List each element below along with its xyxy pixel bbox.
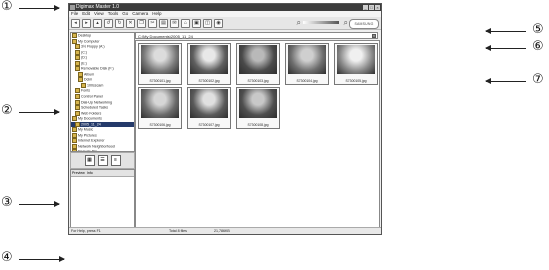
thumbnail-label: S7300101.jpg <box>149 79 171 83</box>
callout-6: ⑥ <box>532 39 544 54</box>
close-button[interactable]: × <box>375 5 380 10</box>
minimize-button[interactable]: _ <box>363 5 368 10</box>
thumbnail-label: S7300104.jpg <box>296 79 318 83</box>
copy-icon[interactable]: ❐ <box>137 18 146 28</box>
slideshow-icon[interactable]: ▣ <box>192 18 201 28</box>
tag-icon[interactable]: ⌂ <box>181 18 190 28</box>
rotate-right-icon[interactable]: ↻ <box>115 18 124 28</box>
thumbnail-view-icon[interactable]: ▦ <box>84 155 95 166</box>
thumbnail-label: S7300106.jpg <box>149 123 171 127</box>
window-title: Digimax Master 1.0 <box>76 4 120 10</box>
status-total: Total 8 files <box>169 229 187 233</box>
photo-thumbnail[interactable]: S7300101.jpg <box>138 43 182 85</box>
thumbnail-label: S7300107.jpg <box>198 123 220 127</box>
thumbnail-label: S7300108.jpg <box>247 123 269 127</box>
toolbar: ◂ ▸ ▴ ↺ ↻ ✕ ❐ ✂ ▤ ✉ ⌂ ▣ ◫ ◉ ⌕ ⌕ SAMSUNG <box>69 17 381 30</box>
brand-logo: SAMSUNG <box>349 19 379 29</box>
chevron-down-icon[interactable]: ▾ <box>372 34 376 38</box>
view-icon[interactable]: ◫ <box>203 18 212 28</box>
thumbnail-image <box>141 45 179 74</box>
app-icon <box>70 5 75 10</box>
status-help: For Help, press F1 <box>71 229 101 233</box>
zoom-in-icon[interactable]: ⌕ <box>344 18 348 27</box>
photo-thumbnail[interactable]: S7300106.jpg <box>138 87 182 129</box>
callout-2: ② <box>1 103 13 118</box>
tab-info[interactable]: Info <box>87 170 93 176</box>
thumbnail-image <box>141 89 179 118</box>
cut-icon[interactable]: ✂ <box>148 18 157 28</box>
address-text: C:\My Documents\2005_11_24 <box>138 34 193 39</box>
callout-7-arrow <box>485 78 526 84</box>
tab-preview[interactable]: Preview <box>72 170 85 176</box>
callout-3-arrow <box>19 201 60 207</box>
delete-icon[interactable]: ✕ <box>126 18 135 28</box>
photo-thumbnail[interactable]: S7300107.jpg <box>187 87 231 129</box>
photo-thumbnail[interactable]: S7300102.jpg <box>187 43 231 85</box>
thumbnail-image <box>190 89 228 118</box>
thumbnail-label: S7300103.jpg <box>247 79 269 83</box>
forward-icon[interactable]: ▸ <box>82 18 91 28</box>
rotate-left-icon[interactable]: ↺ <box>104 18 113 28</box>
callout-2-arrow <box>19 109 60 115</box>
photo-thumbnail[interactable]: S7300103.jpg <box>236 43 280 85</box>
back-icon[interactable]: ◂ <box>71 18 80 28</box>
up-icon[interactable]: ▴ <box>93 18 102 28</box>
callout-3: ③ <box>1 195 13 210</box>
maximize-button[interactable]: □ <box>369 5 374 10</box>
thumbnail-gallery: S7300101.jpg S7300102.jpg S7300103.jpg S730… <box>135 40 380 230</box>
zoom-slider[interactable] <box>303 21 339 24</box>
photo-thumbnail[interactable]: S7300104.jpg <box>285 43 329 85</box>
zoom-out-icon[interactable]: ⌕ <box>297 18 301 27</box>
callout-1: ① <box>1 0 13 14</box>
status-bar: For Help, press F1 Total 8 files 21,786K… <box>69 227 381 234</box>
email-icon[interactable]: ✉ <box>170 18 179 28</box>
photo-thumbnail[interactable]: S7300108.jpg <box>236 87 280 129</box>
callout-4: ④ <box>1 250 13 265</box>
list-view-icon[interactable]: ☰ <box>97 155 108 166</box>
thumbnail-image <box>239 45 277 74</box>
thumbnail-label: S7300102.jpg <box>198 79 220 83</box>
preview-panel: Preview Info <box>70 169 135 230</box>
callout-4-arrow <box>19 256 65 262</box>
callout-5: ⑤ <box>532 22 544 37</box>
detail-view-icon[interactable]: ≡ <box>110 155 121 166</box>
callout-6-arrow <box>485 45 526 51</box>
address-bar[interactable]: C:\My Documents\2005_11_24 ▾ <box>135 32 378 39</box>
view-mode-bar: ▦ ☰ ≡ <box>70 152 135 169</box>
thumbnail-image <box>190 45 228 74</box>
photo-thumbnail[interactable]: S7300105.jpg <box>334 43 378 85</box>
thumbnail-image <box>337 45 375 74</box>
thumbnail-label: S7300105.jpg <box>345 79 367 83</box>
callout-7: ⑦ <box>532 72 544 87</box>
camera-icon[interactable]: ◉ <box>214 18 223 28</box>
thumbnail-image <box>288 45 326 74</box>
title-bar: Digimax Master 1.0 _ □ × <box>69 4 381 11</box>
callout-1-arrow <box>19 5 60 11</box>
status-size: 21,786KB <box>214 229 230 233</box>
app-window: Digimax Master 1.0 _ □ × File Edit View … <box>68 3 382 235</box>
thumbnail-image <box>239 89 277 118</box>
callout-5-arrow <box>485 28 526 34</box>
print-icon[interactable]: ▤ <box>159 18 168 28</box>
folder-tree[interactable]: Desktop My Computer 3½ Floppy (A:) (C:) (D:)… <box>70 32 135 152</box>
